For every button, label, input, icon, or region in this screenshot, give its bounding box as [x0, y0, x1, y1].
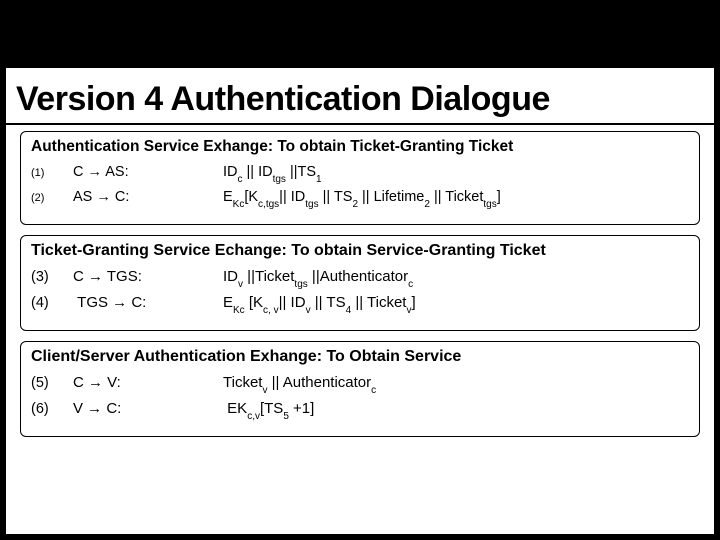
page-title: Version 4 Authentication Dialogue — [6, 68, 714, 125]
step-label: (3) — [31, 269, 73, 285]
step-4: (4) TGS → C: EKc [Kc, v|| IDv || TS4 || … — [31, 294, 689, 314]
step-message: IDc || IDtgs ||TS1 — [223, 164, 689, 183]
step-message: IDv ||Tickettgs ||Authenticatorc — [223, 268, 689, 288]
section-client-server: Client/Server Authentication Exhange: To… — [20, 341, 700, 437]
step-2: (2) AS → C: EKc[Kc,tgs|| IDtgs || TS2 ||… — [31, 189, 689, 208]
step-3: (3) C → TGS: IDv ||Tickettgs ||Authentic… — [31, 268, 689, 288]
section2-header: Ticket-Granting Service Echange: To obta… — [31, 242, 689, 260]
step-1: (1) C → AS: IDc || IDtgs ||TS1 — [31, 164, 689, 183]
section-auth-service: Authentication Service Exhange: To obtai… — [20, 131, 700, 225]
step-direction: V → C: — [73, 400, 223, 417]
step-label: (1) — [31, 167, 73, 179]
slide: Version 4 Authentication Dialogue Authen… — [6, 68, 714, 534]
step-direction: C → TGS: — [73, 268, 223, 285]
step-message: EKc[Kc,tgs|| IDtgs || TS2 || Lifetime2 |… — [223, 189, 689, 208]
step-direction: AS → C: — [73, 189, 223, 205]
step-direction: C → V: — [73, 374, 223, 391]
step-label: (6) — [31, 401, 73, 417]
step-message: EKc [Kc, v|| IDv || TS4 || Ticketv] — [223, 294, 689, 314]
step-6: (6) V → C: EKc,v[TS5 +1] — [31, 400, 689, 420]
step-message: Ticketv || Authenticatorc — [223, 374, 689, 394]
step-direction: TGS → C: — [73, 294, 223, 311]
section-tgs: Ticket-Granting Service Echange: To obta… — [20, 235, 700, 331]
step-label: (2) — [31, 192, 73, 204]
step-message: EKc,v[TS5 +1] — [223, 400, 689, 420]
section3-header: Client/Server Authentication Exhange: To… — [31, 348, 689, 366]
step-label: (4) — [31, 295, 73, 311]
step-label: (5) — [31, 375, 73, 391]
section1-header: Authentication Service Exhange: To obtai… — [31, 138, 689, 156]
step-direction: C → AS: — [73, 164, 223, 180]
step-5: (5) C → V: Ticketv || Authenticatorc — [31, 374, 689, 394]
